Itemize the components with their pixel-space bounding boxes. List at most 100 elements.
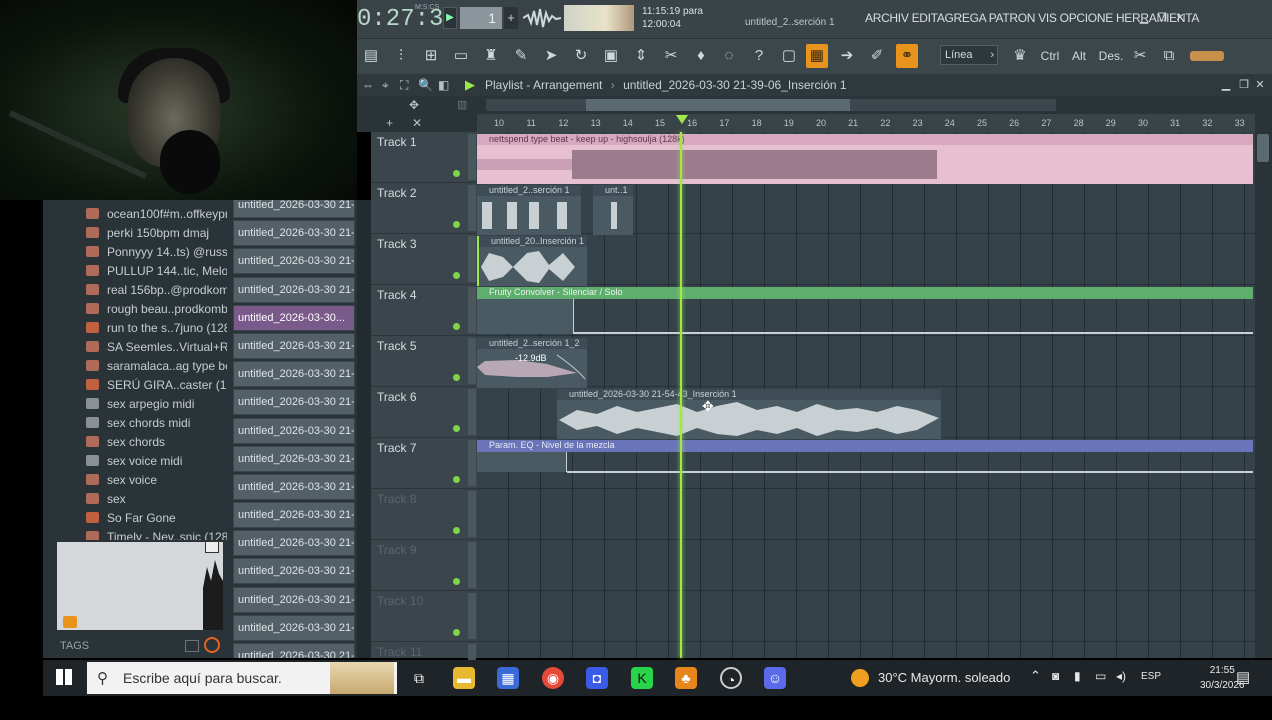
ctrl-button[interactable]: Ctrl [1037,44,1063,68]
browser-item[interactable]: real 156bp..@prodkomba [57,280,227,299]
track-header[interactable]: Track 2 [371,183,477,234]
pattern-number-field[interactable]: 1 [460,7,502,29]
pattern-item[interactable]: untitled_2026-03-30 21-... [233,248,355,275]
browser-scrollbar[interactable] [357,200,371,658]
track-mute-led[interactable] [453,323,460,330]
magnet-icon[interactable]: ⌖ [382,78,389,93]
cut-tool-icon[interactable]: ✂ [660,44,682,68]
kick-icon[interactable]: K [631,667,653,689]
chat-icon[interactable]: ◌ [718,44,740,68]
clip-track5[interactable]: untitled_2..serción 1_2 -12.9dB [477,338,587,388]
track-header[interactable]: Track 5 [371,336,477,387]
browser-item[interactable]: So Far Gone [57,508,227,527]
pattern-add-button[interactable]: + [504,7,518,29]
track-mute-led[interactable] [453,374,460,381]
browser-item[interactable]: sex arpegio midi [57,394,227,413]
pattern-item[interactable]: untitled_2026-03-30 21-... [233,220,355,247]
pattern-prev-button[interactable]: ▶ [443,7,457,29]
browser-item[interactable]: rough beau..prodkomba [57,299,227,318]
piano-roll-icon[interactable]: ✎ [510,44,532,68]
step-seq-icon[interactable]: ▦ [806,44,828,68]
playhead-line[interactable] [680,132,682,658]
pattern-item[interactable]: untitled_2026-03-30 21-... [233,200,355,218]
pattern-item[interactable]: untitled_2026-03-30 21-... [233,389,355,416]
preview-play-icon[interactable] [63,616,77,628]
channel-rack-icon[interactable]: ⊞ [420,44,442,68]
discord-icon[interactable]: ☺ [764,667,786,689]
master-pitch-slider[interactable] [1190,51,1224,61]
mixer-icon[interactable]: ⫶ [390,44,412,68]
playlist-play-icon[interactable]: ▶ [465,77,475,93]
add-track-icon[interactable]: + [386,116,393,130]
close-icon[interactable]: ✕ [1173,11,1187,25]
track-header[interactable]: Track 10 [371,591,477,642]
browser-item[interactable]: SERÚ GIRA..caster (128k) [57,375,227,394]
preview-snapshot-icon[interactable] [205,541,219,553]
notification-icon[interactable]: ▤ [1236,668,1250,686]
undo-button[interactable]: Des. [1096,44,1126,68]
browser-item[interactable]: run to the s..7juno (128k) [57,318,227,337]
browser-item[interactable]: sex chords [57,432,227,451]
playlist-close-icon[interactable]: ✕ [1253,78,1267,92]
search-icon[interactable] [204,637,220,653]
pattern-item[interactable]: untitled_2026-03-30 21-... [233,473,355,500]
tray-camera-icon[interactable]: ◙ [1052,669,1059,683]
copy-icon[interactable]: ⧉ [1158,44,1180,68]
language-indicator[interactable]: ESP [1141,671,1161,682]
minimize-icon[interactable]: ▁ [1137,11,1151,25]
horizontal-scroll-thumb[interactable] [586,99,850,111]
plugin-icon[interactable]: ♜ [480,44,502,68]
pattern-item[interactable]: untitled_2026-03-30... [233,304,355,331]
pattern-item[interactable]: untitled_2026-03-30 21-... [233,502,355,529]
obs-icon[interactable]: ◔ [720,667,742,689]
playlist-maximize-icon[interactable]: ❐ [1237,78,1251,92]
pattern-item[interactable]: untitled_2026-03-30 21-... [233,276,355,303]
folder-icon[interactable] [185,640,199,652]
browser-item[interactable]: Ponnyyy 14..ts) @russov [57,242,227,261]
alt-button[interactable]: Alt [1066,44,1092,68]
tray-volume-icon[interactable]: ◂) [1116,669,1126,683]
playlist-minimize-icon[interactable]: ▁ [1219,78,1233,92]
track-header[interactable]: Track 8 [371,489,477,540]
pattern-item[interactable]: untitled_2026-03-30 21-... [233,332,355,359]
audio-icon[interactable]: ◧ [438,78,449,92]
fl-studio-icon[interactable]: ♣ [675,667,697,689]
loop-icon[interactable]: ↻ [570,44,592,68]
vertical-scroll-thumb[interactable] [1257,134,1269,162]
fit-icon[interactable]: ⛶ [400,78,408,93]
track-header[interactable]: Track 1 [371,132,477,183]
browser-icon[interactable]: ▭ [450,44,472,68]
weather-text[interactable]: 30°C Mayorm. soleado [878,670,1010,685]
record-mic-icon[interactable]: ♦ [690,44,712,68]
track-mute-led[interactable] [453,221,460,228]
piano-icon[interactable]: ▥ [457,98,467,111]
track-mute-led[interactable] [453,425,460,432]
track-mute-led[interactable] [453,170,460,177]
clip-track2a[interactable]: untitled_2..serción 1 [477,185,581,235]
arrow-icon[interactable]: ➤ [540,44,562,68]
track-mute-led[interactable] [453,476,460,483]
pattern-item[interactable]: untitled_2026-03-30 21-... [233,586,355,613]
master-volume-meter[interactable] [564,5,634,31]
track-header[interactable]: Track 6 [371,387,477,438]
clip-track1[interactable]: nettspend type beat - keep up - highsoul… [477,134,1253,184]
help-icon[interactable]: ? [748,44,770,68]
browser-item[interactable]: perki 150bpm dmaj [57,223,227,242]
zoom-icon[interactable]: 🔍 [418,78,433,92]
remove-icon[interactable]: ✕ [412,116,422,130]
file-explorer-icon[interactable]: ▬ [453,667,475,689]
track-mute-led[interactable] [453,272,460,279]
app-icon[interactable]: ◘ [586,667,608,689]
tray-network-icon[interactable]: ▭ [1095,669,1106,683]
arrangement-grid[interactable]: nettspend type beat - keep up - highsoul… [477,132,1255,658]
pencil-icon[interactable]: ✐ [866,44,888,68]
track-header[interactable]: Track 9 [371,540,477,591]
window-icon[interactable]: ▢ [778,44,800,68]
clip-track3[interactable]: untitled_20..Inserción 1 [477,236,587,286]
browser-item[interactable]: SA Seemles..Virtual+RnB) [57,337,227,356]
playlist-icon[interactable]: ▤ [360,44,382,68]
browser-item[interactable]: ocean100f#m..offkeyprod [57,204,227,223]
browser-item[interactable]: sex voice midi [57,451,227,470]
windows-start-icon[interactable] [56,669,72,685]
tray-chevron-up-icon[interactable]: ⌃ [1030,668,1041,684]
